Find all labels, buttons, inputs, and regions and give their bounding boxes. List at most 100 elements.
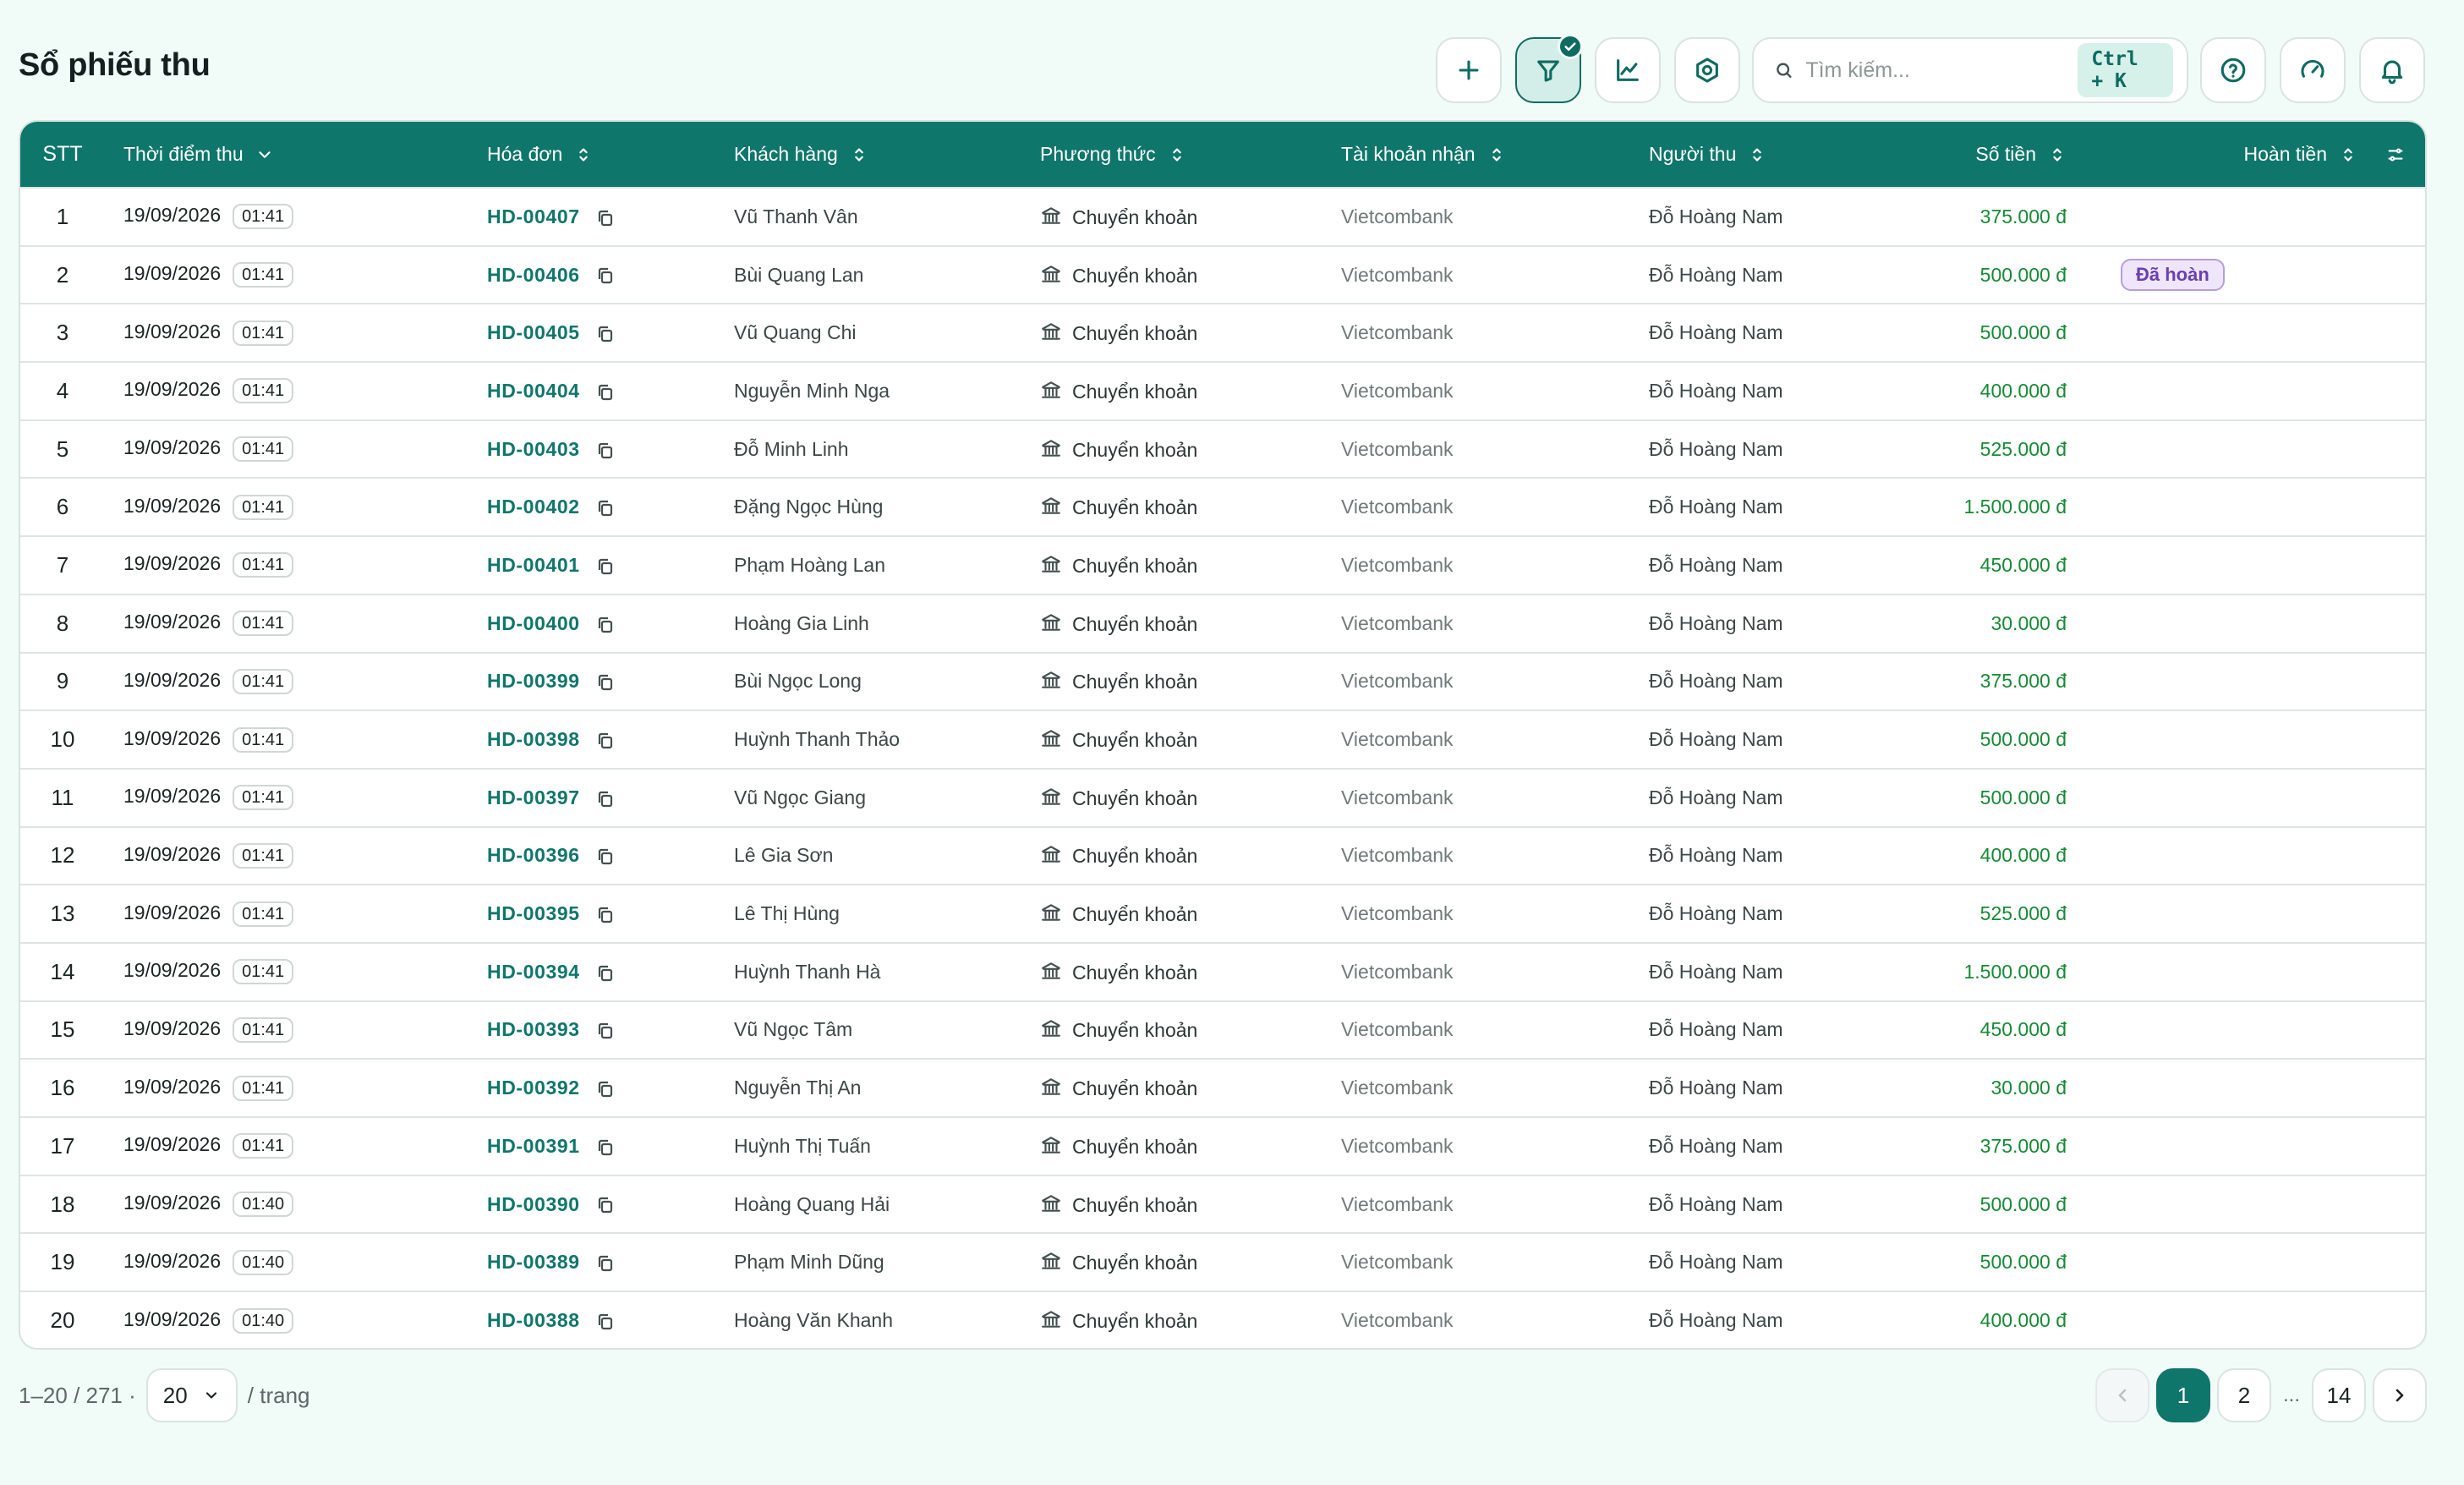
collector-name: Đỗ Hoàng Nam bbox=[1649, 728, 1783, 751]
page-size-select[interactable]: 20 bbox=[145, 1368, 238, 1422]
invoice-link[interactable]: HD-00390 bbox=[487, 1193, 580, 1215]
search-shortcut: Ctrl + K bbox=[2078, 43, 2173, 97]
receipt-time: 01:41 bbox=[233, 1133, 294, 1159]
invoice-link[interactable]: HD-00392 bbox=[487, 1077, 580, 1099]
table-row[interactable]: 15 19/09/2026 01:41 HD-00393 Vũ Ngọc Tâm Chuy… bbox=[20, 1000, 2425, 1060]
table-row[interactable]: 8 19/09/2026 01:41 HD-00400 Hoàng Gia Linh Ch… bbox=[20, 594, 2425, 653]
invoice-link[interactable]: HD-00399 bbox=[487, 670, 580, 692]
cell-time: 19/09/2026 01:41 bbox=[105, 304, 448, 362]
copy-icon[interactable] bbox=[595, 1195, 616, 1215]
copy-icon[interactable] bbox=[595, 208, 616, 228]
table-row[interactable]: 12 19/09/2026 01:41 HD-00396 Lê Gia Sơn Chuyể… bbox=[20, 826, 2425, 885]
invoice-link[interactable]: HD-00407 bbox=[487, 205, 580, 227]
copy-icon[interactable] bbox=[595, 1021, 616, 1041]
performance-button[interactable] bbox=[2280, 37, 2346, 103]
copy-icon[interactable] bbox=[595, 615, 616, 635]
filter-button[interactable] bbox=[1515, 34, 1583, 103]
column-header-collector[interactable]: Người thu bbox=[1629, 122, 1877, 188]
cell-invoice: HD-00388 bbox=[448, 1291, 714, 1348]
column-header-refund[interactable]: Hoàn tiền bbox=[2085, 122, 2425, 188]
table-row[interactable]: 19 19/09/2026 01:40 HD-00389 Phạm Minh Dũng C… bbox=[20, 1233, 2425, 1291]
table-row[interactable]: 16 19/09/2026 01:41 HD-00392 Nguyễn Thị An Ch… bbox=[20, 1059, 2425, 1117]
bank-icon bbox=[1040, 960, 1062, 982]
invoice-link[interactable]: HD-00400 bbox=[487, 612, 580, 634]
column-header-time[interactable]: Thời điểm thu bbox=[105, 122, 448, 188]
invoice-link[interactable]: HD-00406 bbox=[487, 264, 580, 286]
copy-icon[interactable] bbox=[595, 1079, 616, 1099]
settings-button[interactable] bbox=[1674, 37, 1740, 103]
table-row[interactable]: 5 19/09/2026 01:41 HD-00403 Đỗ Minh Linh Chuy… bbox=[20, 419, 2425, 479]
chart-button[interactable] bbox=[1595, 37, 1661, 103]
copy-icon[interactable] bbox=[595, 1253, 616, 1274]
table-row[interactable]: 10 19/09/2026 01:41 HD-00398 Huỳnh Thanh Thả… bbox=[20, 710, 2425, 769]
page-button-1[interactable]: 1 bbox=[2156, 1368, 2210, 1422]
invoice-link[interactable]: HD-00401 bbox=[487, 554, 580, 576]
copy-icon[interactable] bbox=[595, 789, 616, 809]
copy-icon[interactable] bbox=[595, 266, 616, 286]
copy-icon[interactable] bbox=[595, 556, 616, 577]
invoice-link[interactable]: HD-00394 bbox=[487, 961, 580, 983]
cell-time: 19/09/2026 01:41 bbox=[105, 362, 448, 420]
table-row[interactable]: 2 19/09/2026 01:41 HD-00406 Bùi Quang Lan Chu… bbox=[20, 245, 2425, 304]
column-header-customer[interactable]: Khách hàng bbox=[714, 122, 1020, 188]
add-button[interactable] bbox=[1436, 37, 1502, 103]
copy-icon[interactable] bbox=[595, 847, 616, 867]
table-row[interactable]: 6 19/09/2026 01:41 HD-00402 Đặng Ngọc Hùng Ch… bbox=[20, 478, 2425, 536]
next-page-button[interactable] bbox=[2373, 1368, 2427, 1422]
sort-icon bbox=[579, 147, 589, 162]
copy-icon[interactable] bbox=[595, 324, 616, 344]
receipt-time: 01:41 bbox=[233, 1016, 294, 1043]
search-box[interactable]: Ctrl + K bbox=[1752, 37, 2188, 103]
table-row[interactable]: 7 19/09/2026 01:41 HD-00401 Phạm Hoàng Lan Ch… bbox=[20, 536, 2425, 595]
column-settings-icon[interactable] bbox=[2386, 145, 2405, 164]
invoice-link[interactable]: HD-00395 bbox=[487, 902, 580, 924]
copy-icon[interactable] bbox=[595, 905, 616, 925]
table-row[interactable]: 14 19/09/2026 01:41 HD-00394 Huỳnh Thanh Hà C… bbox=[20, 942, 2425, 1001]
cell-time: 19/09/2026 01:41 bbox=[105, 827, 448, 885]
invoice-link[interactable]: HD-00404 bbox=[487, 380, 580, 402]
table-row[interactable]: 13 19/09/2026 01:41 HD-00395 Lê Thị Hùng Chuy… bbox=[20, 885, 2425, 943]
table-row[interactable]: 3 19/09/2026 01:41 HD-00405 Vũ Quang Chi Chuy… bbox=[20, 304, 2425, 362]
cell-time: 19/09/2026 01:41 bbox=[105, 420, 448, 479]
copy-icon[interactable] bbox=[595, 382, 616, 403]
page-button-last[interactable]: 14 bbox=[2312, 1368, 2366, 1422]
column-header-amount[interactable]: Số tiền bbox=[1877, 122, 2085, 188]
invoice-link[interactable]: HD-00396 bbox=[487, 844, 580, 866]
copy-icon[interactable] bbox=[595, 1137, 616, 1158]
copy-icon[interactable] bbox=[595, 498, 616, 518]
table-row[interactable]: 1 19/09/2026 01:41 HD-00407 Vũ Thanh Vân Chuy… bbox=[20, 188, 2425, 246]
invoice-link[interactable]: HD-00402 bbox=[487, 496, 580, 518]
table-row[interactable]: 4 19/09/2026 01:41 HD-00404 Nguyễn Minh Nga C… bbox=[20, 362, 2425, 420]
invoice-link[interactable]: HD-00403 bbox=[487, 438, 580, 460]
table-row[interactable]: 11 19/09/2026 01:41 HD-00397 Vũ Ngọc Giang Ch… bbox=[20, 768, 2425, 827]
invoice-link[interactable]: HD-00389 bbox=[487, 1251, 580, 1273]
copy-icon[interactable] bbox=[595, 672, 616, 693]
receipt-time: 01:41 bbox=[233, 842, 294, 869]
cell-refund bbox=[2085, 769, 2425, 827]
invoice-link[interactable]: HD-00388 bbox=[487, 1309, 580, 1331]
table-row[interactable]: 9 19/09/2026 01:41 HD-00399 Bùi Ngọc Long Chu… bbox=[20, 652, 2425, 711]
column-header-account[interactable]: Tài khoản nhận bbox=[1321, 122, 1629, 188]
invoice-link[interactable]: HD-00405 bbox=[487, 321, 580, 343]
table-row[interactable]: 20 19/09/2026 01:40 HD-00388 Hoàng Văn Khanh… bbox=[20, 1291, 2425, 1348]
search-input[interactable] bbox=[1805, 58, 2078, 83]
invoice-link[interactable]: HD-00393 bbox=[487, 1018, 580, 1040]
copy-icon[interactable] bbox=[595, 963, 616, 984]
invoice-link[interactable]: HD-00397 bbox=[487, 786, 580, 808]
invoice-link[interactable]: HD-00398 bbox=[487, 728, 580, 750]
copy-icon[interactable] bbox=[595, 731, 616, 751]
prev-page-button[interactable] bbox=[2095, 1368, 2149, 1422]
table-row[interactable]: 17 19/09/2026 01:41 HD-00391 Huỳnh Thị Tuấn C… bbox=[20, 1117, 2425, 1175]
copy-icon[interactable] bbox=[595, 441, 616, 461]
cell-time: 19/09/2026 01:41 bbox=[105, 188, 448, 246]
column-header-method[interactable]: Phương thức bbox=[1020, 122, 1321, 188]
help-button[interactable] bbox=[2200, 37, 2266, 103]
page-button-2[interactable]: 2 bbox=[2217, 1368, 2271, 1422]
copy-icon[interactable] bbox=[595, 1312, 616, 1332]
invoice-link[interactable]: HD-00391 bbox=[487, 1135, 580, 1157]
receiving-account: Vietcombank bbox=[1341, 1251, 1454, 1274]
column-header-invoice[interactable]: Hóa đơn bbox=[448, 122, 714, 188]
notifications-button[interactable] bbox=[2359, 37, 2425, 103]
row-index: 7 bbox=[56, 551, 69, 578]
table-row[interactable]: 18 19/09/2026 01:40 HD-00390 Hoàng Quang Hải… bbox=[20, 1175, 2425, 1234]
